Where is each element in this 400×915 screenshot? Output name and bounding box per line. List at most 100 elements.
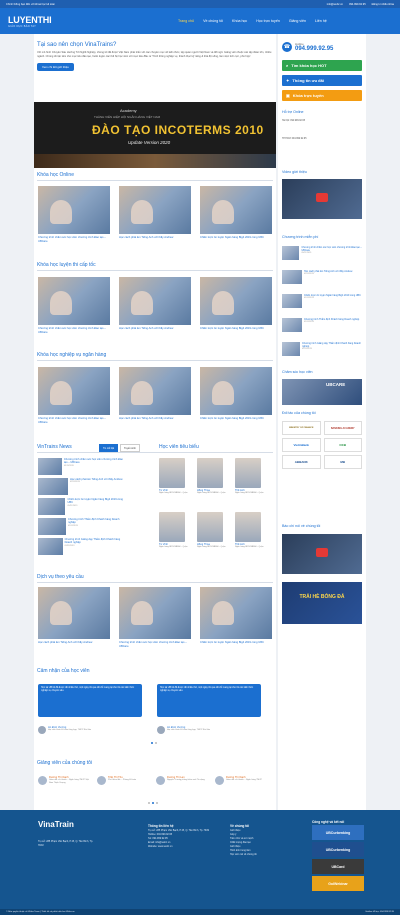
partner-logo[interactable]: OCB [323,438,362,452]
footer-contact-line[interactable]: Website: www.webz.vn [148,845,224,849]
course-title[interactable]: Học cách phát âm Tiếng Anh với thầy Andr… [119,236,191,240]
news-item[interactable]: Học cách phát âm Tiếng Anh với thầy Andr… [38,478,124,495]
service-card[interactable]: Chương trình chăm sóc học viên chương tr… [119,587,191,648]
intro-video[interactable] [282,179,362,219]
teacher-card[interactable]: Dương Thị Oanh Giám đốc chi nhánh – Ngân … [215,776,270,785]
branch-hcm[interactable]: TP.HCM: 094.999.92.95 [282,138,362,140]
care-banner[interactable]: UBCARE [282,379,362,405]
course-card[interactable]: Chương trình chăm sóc học viên chương tr… [38,186,110,243]
partner-logo[interactable]: BANKING ACADEMY [323,421,362,435]
pager-dot[interactable] [155,742,157,744]
news-item[interactable]: Chiến lược ôn luyện Ngân hàng Big4 2019 … [38,498,124,515]
press-video[interactable] [282,534,362,574]
service-title[interactable]: Chương trình chăm sóc học viên chương tr… [119,641,191,648]
student-card[interactable]: Hồng Thoa Ngân hàng BIDV/SBMH – Quận [197,512,233,549]
hotline-box[interactable]: ☎ Hotline 094.999.92.95 [282,42,333,52]
pager-dot[interactable] [156,802,158,804]
button-label: Tìm khóa học HOT [291,63,327,68]
student-photo [235,512,261,542]
news-item[interactable]: Chương trình Giảng dạy Thẩm định Khách h… [38,538,124,555]
course-title[interactable]: Chiến lược ôn luyện Ngân hàng Big4 2019 … [200,327,272,331]
course-card[interactable]: Chiến lược ôn luyện Ngân hàng Big4 2019 … [200,367,272,421]
ad-banner[interactable]: GoIWebinar [312,876,364,891]
student-card[interactable]: Thế Anh Ngân hàng BIDV/SBMH – Quận [235,512,271,549]
course-card[interactable]: Chương trình chăm sóc học viên chương tr… [38,367,110,424]
partner-logo[interactable]: MB [323,455,362,469]
nav-home[interactable]: Trang chủ [178,19,194,23]
course-title[interactable]: Học cách phát âm Tiếng Anh với thầy Andr… [119,327,191,331]
press-banner[interactable]: TRẢI HÈ BÓNG ĐÁ [282,582,362,624]
course-title[interactable]: Chiến lược ôn luyện Ngân hàng Big4 2019 … [200,236,272,240]
course-title[interactable]: Học cách phát âm Tiếng Anh với thầy Andr… [119,417,191,421]
partner-logo[interactable]: VietinBank [282,438,321,452]
footer-logo[interactable]: VinaTrain [38,820,74,829]
teacher-card[interactable]: Dương Thị Lan Nguyên Trưởng phòng kiểm so… [156,776,211,785]
free-item[interactable]: Chương trình chăm sóc học viên chương tr… [282,246,362,260]
course-title[interactable]: Chiến lược ôn luyện Ngân hàng Big4 2019 … [200,417,272,421]
free-date: 05/11/2019 [301,348,312,351]
site-logo[interactable]: LUYENTHI GIÁO DỤC BÀN TAY [8,11,70,31]
student-card[interactable]: Tú Vinh Ngân hàng BIDV/SBMH – Quận [159,458,195,495]
ad-banner[interactable]: UBCurbenking [312,842,364,857]
ad-banner[interactable]: UBCard [312,859,364,874]
course-title[interactable]: Chương trình chăm sóc học viên chương tr… [38,417,110,424]
ad-banner[interactable]: UBCurbenking [312,825,364,840]
topbar-register-link[interactable]: Đăng kí nhiều khóa [372,3,394,6]
nav-courses[interactable]: Khóa học [232,19,247,23]
partner-logo[interactable]: MINISTRY OF FINANCE [282,421,321,435]
student-photo [197,458,223,488]
news-date: 05/11/2019 [67,504,78,507]
partner-logo[interactable]: ABBANK [282,455,321,469]
course-title[interactable]: Chương trình chăm sóc học viên chương tr… [38,236,110,243]
students-title: Học viên tiêu biểu [159,444,199,450]
nav-about[interactable]: Về chúng tôi [203,19,223,23]
student-card[interactable]: Tú Vinh Ngân hàng BIDV/SBMH – Quận [159,512,195,549]
nav-online[interactable]: Học trực tuyến [256,19,280,23]
student-card[interactable]: Thế Anh Ngân hàng BIDV/SBMH – Quận [235,458,271,495]
news-title[interactable]: Chiến lược ôn luyện Ngân hàng Big4 2019 … [67,498,124,505]
teacher-card[interactable]: Dương Thị Oanh Giám đốc chi nhánh – Ngân … [38,776,93,785]
course-card[interactable]: Học cách phát âm Tiếng Anh với thầy Andr… [119,277,191,331]
course-card[interactable]: Chương trình chăm sóc học viên chương tr… [38,277,110,334]
footer-hotline[interactable]: Hotline hỗ trợ: 094.999.92.95 [366,911,394,913]
news-item[interactable]: Chương trình Thẩm định Khách hàng Doanh … [38,518,124,535]
news-title[interactable]: Chương trình Thẩm định Khách hàng Doanh … [68,518,124,525]
tab-admission[interactable]: Tuyển sinh [120,444,140,452]
intro-detail-button[interactable]: Xem chi tiết giới thiệu [37,62,74,71]
course-card[interactable]: Học cách phát âm Tiếng Anh với thầy Andr… [119,367,191,421]
online-course-button[interactable]: ▣ Khóa trực tuyến [282,90,362,101]
service-card[interactable]: Chiến lược ôn luyện Ngân hàng Big4 2019 … [200,587,272,645]
offers-button[interactable]: ✦ Thông tin ưu đãi [282,75,362,86]
course-card[interactable]: Chiến lược ôn luyện Ngân hàng Big4 2019 … [200,277,272,331]
find-hot-course-button[interactable]: ⌕ Tìm khóa học HOT [282,60,362,71]
tab-featured[interactable]: Tin nổi bật [99,444,119,452]
course-card[interactable]: Học cách phát âm Tiếng Anh với thầy Andr… [119,186,191,240]
service-title[interactable]: Chiến lược ôn luyện Ngân hàng Big4 2019 … [200,641,272,645]
hotline-number[interactable]: 094.999.92.95 [295,46,333,52]
free-item[interactable]: Chiến lược ôn luyện Ngân hàng Big4 2019 … [282,294,362,308]
service-card[interactable]: Học cách phát âm Tiếng Anh với thầy Andr… [38,587,110,645]
nav-teachers[interactable]: Giảng viên [289,19,306,23]
free-item[interactable]: Học cách phát âm Tiếng Anh với thầy Andr… [282,270,362,284]
news-title[interactable]: Chương trình chăm sóc học viên chương tr… [64,458,124,465]
service-image [38,587,110,639]
course-title[interactable]: Chương trình chăm sóc học viên chương tr… [38,327,110,334]
news-item[interactable]: Chương trình chăm sóc học viên chương tr… [38,458,124,475]
student-card[interactable]: Hồng Thoa Ngân hàng BIDV/SBMH – Quận [197,458,233,495]
pager-dot[interactable] [152,802,154,804]
branch-hanoi[interactable]: Hà Nội: 094.999.92.95 [282,120,362,122]
nav-contact[interactable]: Liên hệ [315,19,327,23]
free-item[interactable]: Chương trình Thẩm định Khách hàng Doanh … [282,318,362,332]
hero-banner[interactable]: Academy THÀNH VIÊN HIỆP HỘI NGÂN HÀNG VI… [34,102,276,168]
teacher-card[interactable]: Trần Thị Thu Phó Giám đốc – Phòng Kế toán [97,776,152,785]
topbar-email[interactable]: info@webz.vn [327,3,343,6]
pager-dot[interactable] [148,802,150,804]
topbar-phone[interactable]: 094.999.92.95 [349,3,366,6]
news-title[interactable]: Chương trình Giảng dạy Thẩm định Khách h… [65,538,124,545]
pager-dot[interactable] [151,742,153,744]
footer-link[interactable]: Học viên nói về chúng tôi [230,853,280,857]
service-title[interactable]: Học cách phát âm Tiếng Anh với thầy Andr… [38,641,110,645]
course-card[interactable]: Chiến lược ôn luyện Ngân hàng Big4 2019 … [200,186,272,240]
site-header: LUYENTHI GIÁO DỤC BÀN TAY Trang chủ Về c… [0,8,400,34]
free-item[interactable]: Chương trình Giảng dạy Thẩm định Khách h… [282,342,362,356]
